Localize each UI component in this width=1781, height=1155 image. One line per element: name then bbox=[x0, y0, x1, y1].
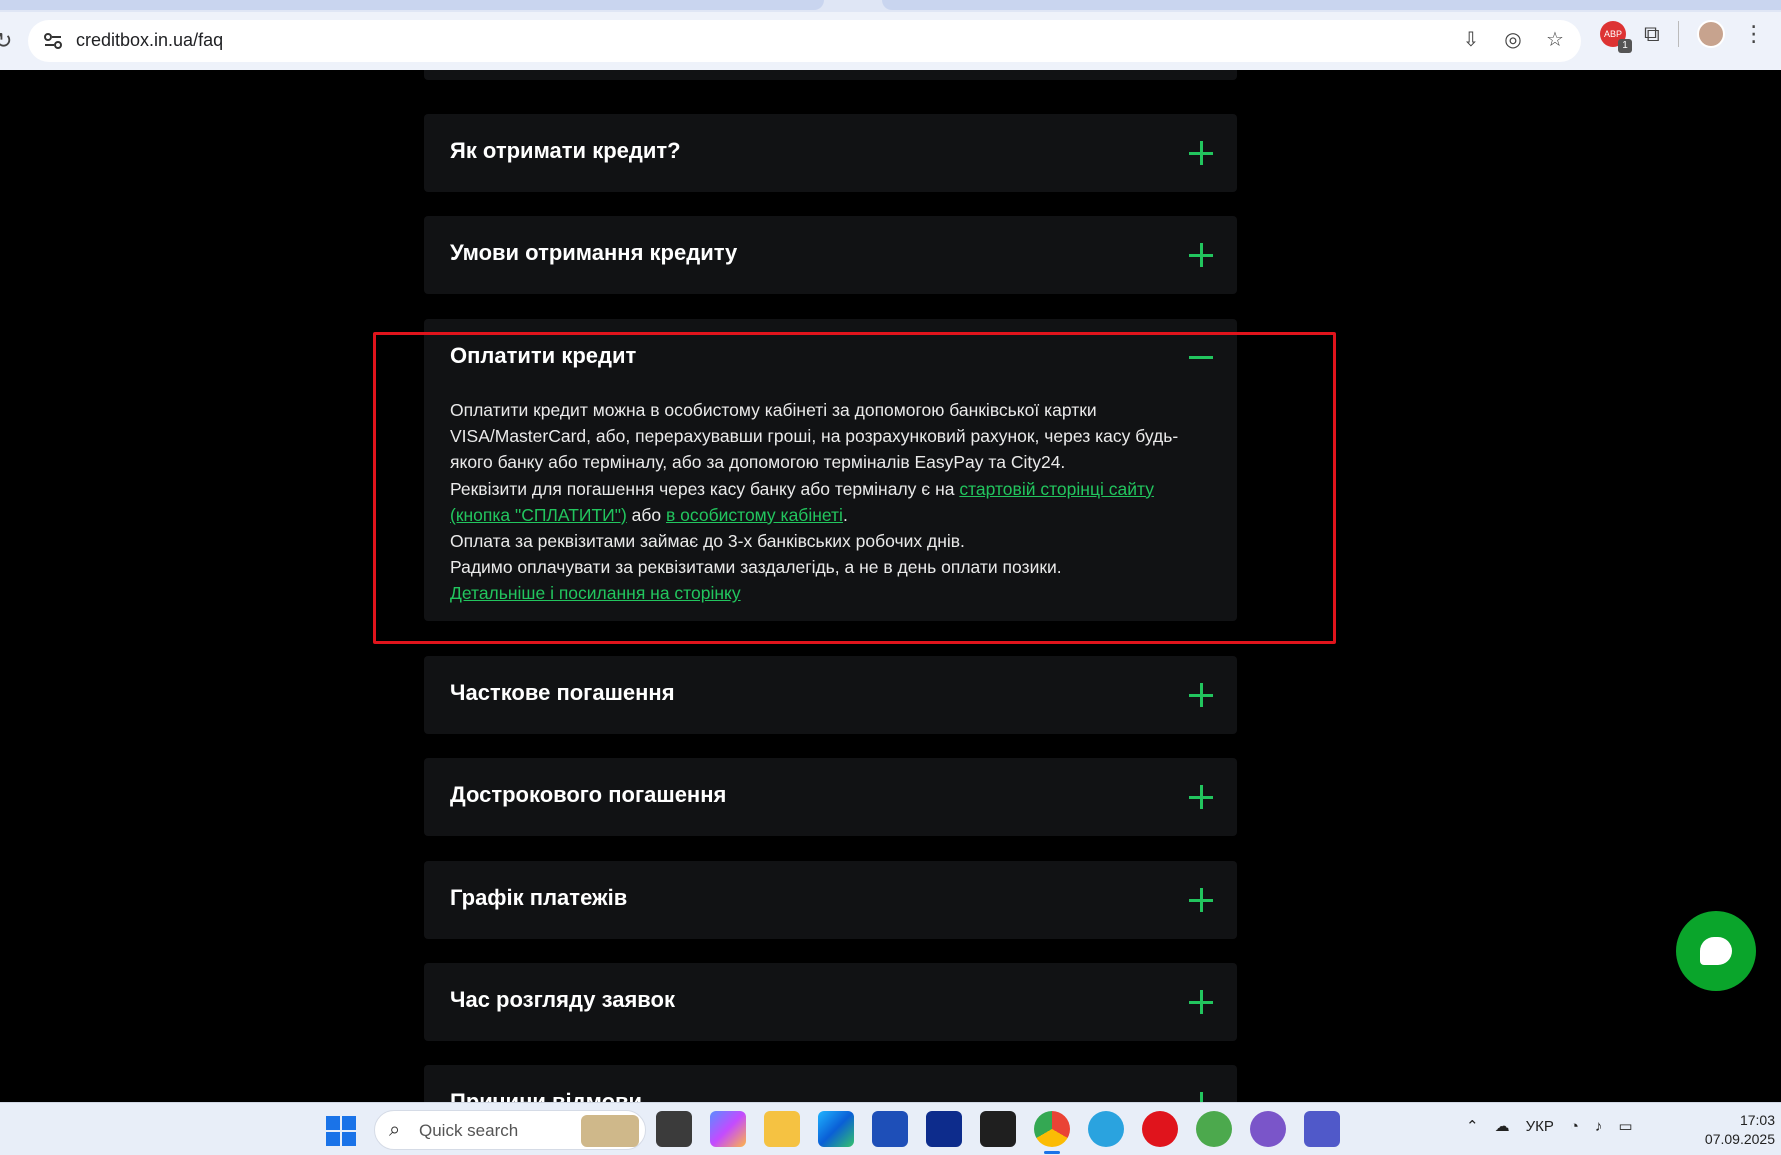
faq-question: Дострокового погашення bbox=[450, 782, 727, 807]
expand-plus-icon[interactable] bbox=[1189, 1092, 1213, 1102]
volume-icon[interactable]: ♪ bbox=[1595, 1118, 1603, 1135]
faq-question: Графік платежів bbox=[450, 885, 628, 910]
faq-question: Як отримати кредит? bbox=[450, 138, 681, 163]
browser-menu-icon[interactable]: ⋮ bbox=[1743, 21, 1765, 47]
expand-plus-icon[interactable] bbox=[1189, 785, 1213, 809]
highlight-annotation-box bbox=[373, 332, 1336, 644]
faq-item[interactable]: Часткове погашення bbox=[424, 656, 1237, 734]
tab-strip bbox=[0, 0, 1781, 12]
browser-tab[interactable] bbox=[0, 0, 824, 10]
reload-icon[interactable]: ↻ bbox=[0, 28, 12, 54]
bookmark-star-icon[interactable]: ☆ bbox=[1543, 28, 1567, 52]
edge-icon[interactable] bbox=[818, 1111, 854, 1147]
faq-question: Умови отримання кредиту bbox=[450, 240, 738, 265]
faq-question: Час розгляду заявок bbox=[450, 987, 675, 1012]
expand-plus-icon[interactable] bbox=[1189, 683, 1213, 707]
teams-icon[interactable] bbox=[1304, 1111, 1340, 1147]
expand-plus-icon[interactable] bbox=[1189, 990, 1213, 1014]
url-text[interactable]: creditbox.in.ua/faq bbox=[76, 30, 223, 51]
taskbar-search[interactable]: ⌕ Quick search bbox=[374, 1110, 646, 1150]
dropbox-icon[interactable] bbox=[980, 1111, 1016, 1147]
task-view-icon[interactable] bbox=[656, 1111, 692, 1147]
copilot-icon[interactable] bbox=[710, 1111, 746, 1147]
address-bar[interactable]: creditbox.in.ua/faq ⇩ ◎ ☆ bbox=[28, 20, 1581, 62]
faq-item[interactable]: Дострокового погашення bbox=[424, 758, 1237, 836]
file-explorer-icon[interactable] bbox=[764, 1111, 800, 1147]
clock-time: 17:03 bbox=[1739, 1112, 1775, 1128]
l-app-icon[interactable] bbox=[926, 1111, 962, 1147]
faq-page: Як отримати кредит? Умови отримання кред… bbox=[0, 70, 1781, 1102]
faq-item[interactable]: Умови отримання кредиту bbox=[424, 216, 1237, 294]
expand-plus-icon[interactable] bbox=[1189, 243, 1213, 267]
tracking-protection-icon[interactable]: ◎ bbox=[1501, 28, 1525, 52]
faq-question: Причини відмови bbox=[450, 1089, 643, 1102]
search-icon: ⌕ bbox=[389, 1119, 401, 1141]
extensions-icon[interactable]: ⧉ bbox=[1644, 21, 1660, 47]
faq-item[interactable]: Графік платежів bbox=[424, 861, 1237, 939]
opera-icon[interactable] bbox=[1142, 1111, 1178, 1147]
viber-icon[interactable] bbox=[1250, 1111, 1286, 1147]
microsoft-store-icon[interactable] bbox=[872, 1111, 908, 1147]
windows-start-icon[interactable] bbox=[326, 1116, 356, 1146]
utorrent-icon[interactable] bbox=[1196, 1111, 1232, 1147]
onedrive-icon[interactable]: ☁ bbox=[1495, 1117, 1510, 1135]
site-info-icon[interactable] bbox=[42, 30, 64, 52]
browser-tab[interactable] bbox=[882, 0, 1781, 10]
faq-item-previous[interactable] bbox=[424, 70, 1237, 80]
browser-toolbar: ↻ creditbox.in.ua/faq ⇩ ◎ ☆ ABP 1 ⧉ ⋮ bbox=[0, 12, 1781, 70]
wifi-icon[interactable]: ◔ bbox=[1570, 1118, 1579, 1135]
adblock-extension-icon[interactable]: ABP 1 bbox=[1600, 21, 1632, 53]
tray-expand-icon[interactable]: ⌃ bbox=[1466, 1117, 1479, 1135]
chat-button[interactable] bbox=[1676, 911, 1756, 991]
language-indicator[interactable]: УКР bbox=[1526, 1118, 1554, 1135]
faq-item[interactable]: Причини відмови bbox=[424, 1065, 1237, 1102]
profile-avatar[interactable] bbox=[1696, 20, 1725, 48]
expand-plus-icon[interactable] bbox=[1189, 141, 1213, 165]
faq-item[interactable]: Час розгляду заявок bbox=[424, 963, 1237, 1041]
battery-icon[interactable]: ▭ bbox=[1618, 1117, 1632, 1135]
expand-plus-icon[interactable] bbox=[1189, 888, 1213, 912]
search-placeholder: Quick search bbox=[419, 1121, 519, 1140]
telegram-icon[interactable] bbox=[1088, 1111, 1124, 1147]
faq-item[interactable]: Як отримати кредит? bbox=[424, 114, 1237, 192]
faq-question: Часткове погашення bbox=[450, 680, 675, 705]
system-clock[interactable]: 17:03 07.09.2025 bbox=[1705, 1111, 1775, 1149]
toolbar-divider bbox=[1677, 21, 1679, 47]
install-app-icon[interactable]: ⇩ bbox=[1459, 28, 1483, 52]
clock-date: 07.09.2025 bbox=[1704, 1131, 1775, 1147]
search-highlight-image bbox=[581, 1115, 639, 1147]
chat-bubble-icon bbox=[1700, 937, 1732, 965]
taskbar: ⌕ Quick search ⌃ ☁ УКР ◔ ♪ ▭ 17:03 07.09… bbox=[0, 1102, 1781, 1155]
chrome-icon[interactable] bbox=[1034, 1111, 1070, 1154]
